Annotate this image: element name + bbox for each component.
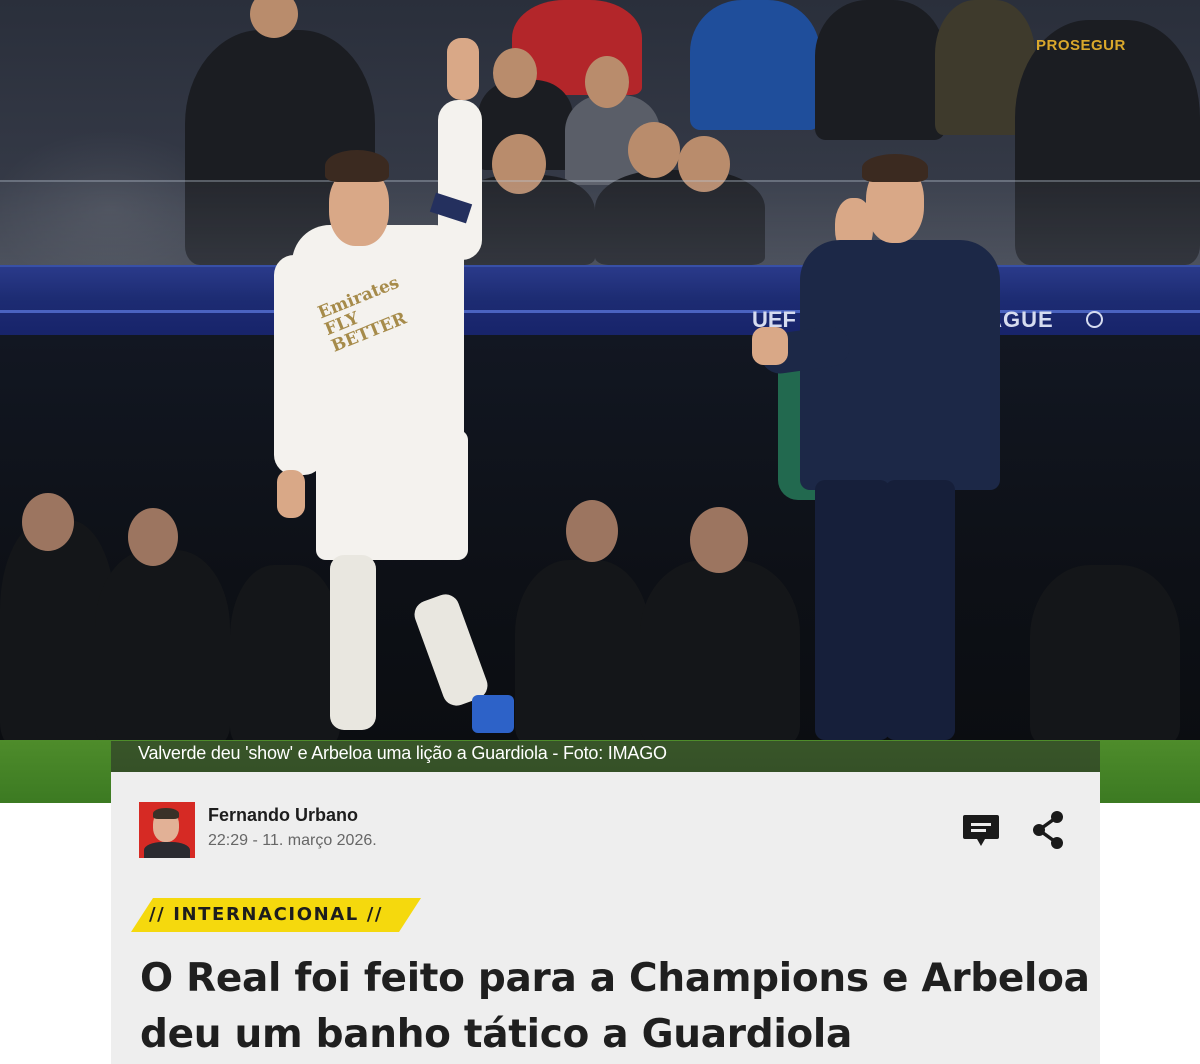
player-shorts xyxy=(316,430,468,560)
comment-icon xyxy=(963,815,999,846)
article-hero-photo: PROSEGUR UEF LEAGUE Emirates FLY BETTER … xyxy=(0,0,1200,803)
coach-leg xyxy=(815,480,890,740)
author-name[interactable]: Fernando Urbano xyxy=(208,805,358,826)
bench-person xyxy=(1030,565,1180,745)
bench-person-head xyxy=(566,500,618,562)
spectator-head xyxy=(585,56,629,108)
spectator-head xyxy=(493,48,537,98)
category-tag[interactable]: // INTERNACIONAL // xyxy=(131,898,421,932)
player-boot xyxy=(472,695,514,733)
article-headline: O Real foi feito para a Champions e Arbe… xyxy=(140,956,1090,1057)
player-hair xyxy=(325,150,389,182)
bench-person-head xyxy=(690,507,748,573)
coach-hair xyxy=(862,154,928,182)
avatar-shirt xyxy=(144,842,190,858)
player-sock-left xyxy=(330,555,376,730)
bench-person xyxy=(230,565,340,745)
photo-caption: Valverde deu 'show' e Arbeloa uma lição … xyxy=(138,743,667,763)
sponsor-sign: PROSEGUR xyxy=(1036,37,1126,54)
coach-leg xyxy=(885,480,955,740)
player-raised-arm xyxy=(438,100,482,260)
glass-rail xyxy=(0,180,1200,270)
spectator xyxy=(815,0,945,140)
bench-person-head xyxy=(22,493,74,551)
share-button[interactable] xyxy=(1027,809,1069,851)
player-hand xyxy=(447,38,479,100)
bench-person xyxy=(640,560,800,745)
author-avatar[interactable] xyxy=(139,802,195,858)
bench-person xyxy=(95,550,230,745)
league-logo-icon xyxy=(1086,311,1103,328)
bench-person-head xyxy=(128,508,178,566)
bench-person xyxy=(515,560,650,745)
player-left-hand xyxy=(277,470,305,518)
category-label: // INTERNACIONAL // xyxy=(149,904,384,925)
spectator-head xyxy=(628,122,680,178)
share-icon xyxy=(1033,811,1063,849)
comments-button[interactable] xyxy=(960,810,1002,852)
coach-fist xyxy=(752,327,788,365)
publish-datetime: 22:29 - 11. março 2026. xyxy=(208,832,377,849)
spectator xyxy=(690,0,820,130)
team-bench xyxy=(0,335,1200,745)
avatar-hair xyxy=(153,808,179,819)
